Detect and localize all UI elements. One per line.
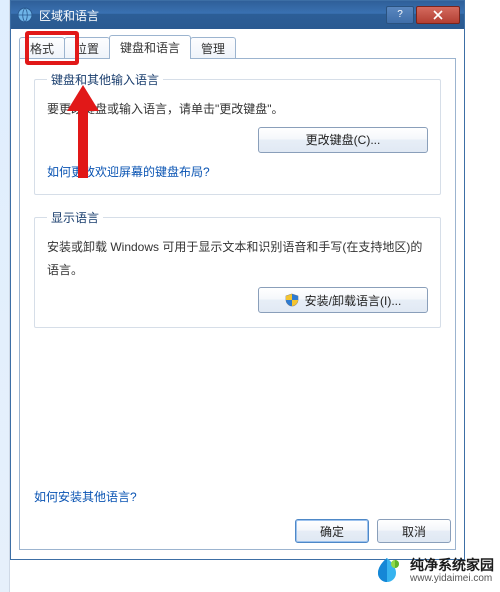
tab-label: 键盘和语言 (120, 39, 180, 56)
ok-button[interactable]: 确定 (295, 519, 369, 543)
group-legend: 键盘和其他输入语言 (47, 71, 163, 88)
watermark-logo-icon (372, 556, 402, 586)
watermark-name: 纯净系统家园 (410, 557, 494, 574)
globe-icon (17, 7, 33, 23)
region-language-window: 区域和语言 ? 格式 位置 键盘和语言 管理 键盘和其他输入语言 要更改键盘或输… (10, 0, 465, 560)
uac-shield-icon (285, 293, 299, 307)
button-label: 确定 (320, 525, 344, 539)
tab-strip: 格式 位置 键盘和语言 管理 (19, 35, 456, 59)
bottom-link-area: 如何安装其他语言? (34, 488, 137, 505)
close-icon (433, 10, 443, 20)
group-legend: 显示语言 (47, 209, 103, 226)
tab-format[interactable]: 格式 (19, 37, 65, 59)
tab-label: 位置 (75, 40, 99, 57)
button-label: 取消 (402, 525, 426, 539)
dialog-button-row: 确定 取消 (295, 519, 451, 543)
install-uninstall-language-button[interactable]: 安装/卸载语言(I)... (258, 287, 428, 313)
help-button[interactable]: ? (386, 6, 414, 24)
tab-panel-keyboard-language: 键盘和其他输入语言 要更改键盘或输入语言，请单击"更改键盘"。 更改键盘(C).… (19, 58, 456, 550)
window-title: 区域和语言 (39, 7, 99, 24)
tab-label: 管理 (201, 40, 225, 57)
tab-admin[interactable]: 管理 (190, 37, 236, 59)
welcome-screen-layout-link[interactable]: 如何更改欢迎屏幕的键盘布局? (47, 165, 210, 179)
watermark: 纯净系统家园 www.yidaimei.com (372, 556, 494, 586)
group-keyboard-input: 键盘和其他输入语言 要更改键盘或输入语言，请单击"更改键盘"。 更改键盘(C).… (34, 71, 441, 195)
titlebar[interactable]: 区域和语言 ? (11, 1, 464, 29)
how-install-other-languages-link[interactable]: 如何安装其他语言? (34, 490, 137, 504)
keyboard-desc: 要更改键盘或输入语言，请单击"更改键盘"。 (47, 98, 428, 121)
close-button[interactable] (416, 6, 460, 24)
button-label: 安装/卸载语言(I)... (305, 292, 402, 309)
display-lang-desc: 安装或卸载 Windows 可用于显示文本和识别语音和手写(在支持地区)的语言。 (47, 236, 428, 282)
tab-location[interactable]: 位置 (64, 37, 110, 59)
page-background-strip (0, 0, 10, 592)
tab-label: 格式 (30, 40, 54, 57)
watermark-url: www.yidaimei.com (410, 573, 494, 585)
group-display-language: 显示语言 安装或卸载 Windows 可用于显示文本和识别语音和手写(在支持地区… (34, 209, 441, 329)
client-area: 格式 位置 键盘和语言 管理 键盘和其他输入语言 要更改键盘或输入语言，请单击"… (11, 29, 464, 559)
change-keyboard-button[interactable]: 更改键盘(C)... (258, 127, 428, 153)
tab-keyboard-language[interactable]: 键盘和语言 (109, 35, 191, 59)
cancel-button[interactable]: 取消 (377, 519, 451, 543)
button-label: 更改键盘(C)... (306, 131, 381, 148)
